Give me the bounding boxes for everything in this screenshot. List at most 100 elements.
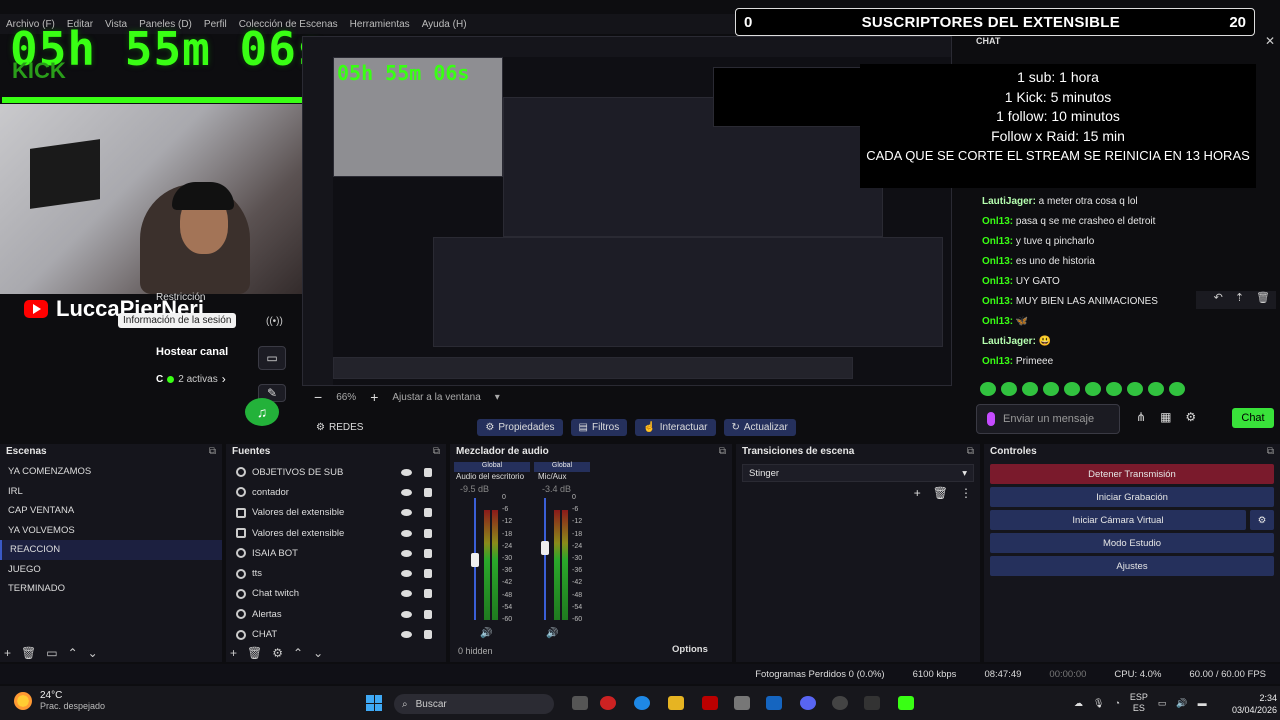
trash-icon[interactable]: 🗑	[21, 646, 36, 660]
source-item[interactable]: contador	[226, 482, 446, 502]
store-icon[interactable]: ▦	[1160, 410, 1171, 424]
refresh-button[interactable]: ↻ Actualizar	[723, 418, 796, 436]
menu-herramientas[interactable]: Herramientas	[350, 19, 410, 30]
taskbar-search[interactable]: ⌕ Buscar	[394, 694, 554, 714]
broadcast-icon[interactable]: ((•))	[266, 316, 283, 327]
move-up-icon[interactable]: ⌃	[293, 646, 303, 660]
add-icon[interactable]: +	[4, 646, 11, 660]
filter-icon[interactable]: ▭	[46, 646, 57, 660]
source-item[interactable]: tts	[226, 563, 446, 583]
emote-icon[interactable]	[1106, 382, 1122, 396]
source-item[interactable]: Valores del extensible	[226, 523, 446, 543]
close-icon[interactable]: ✕	[1265, 34, 1275, 48]
pin-icon[interactable]: ⇡	[1235, 291, 1244, 309]
wifi-icon[interactable]: ◔	[1114, 698, 1119, 708]
emote-icon[interactable]	[1148, 382, 1164, 396]
store-icon[interactable]	[734, 696, 750, 710]
emote-icon[interactable]	[1127, 382, 1143, 396]
undock-icon[interactable]: ⧉	[719, 446, 726, 458]
gear-icon[interactable]: ⚙	[1185, 410, 1196, 424]
mail-icon[interactable]	[766, 696, 782, 710]
fader-knob[interactable]	[541, 540, 549, 555]
channel-name[interactable]: Audio del escritorio	[456, 472, 524, 481]
mixer-options[interactable]: Options	[672, 644, 708, 655]
folder-icon[interactable]	[668, 696, 684, 710]
taskbar-clock[interactable]: 2:34 03/04/2026	[1232, 692, 1277, 716]
emote-icon[interactable]	[1001, 382, 1017, 396]
scene-item[interactable]: TERMINADO	[0, 579, 222, 599]
add-icon[interactable]: +	[230, 646, 237, 660]
emote-icon[interactable]	[1043, 382, 1059, 396]
gear-icon[interactable]: ⚙	[272, 646, 283, 660]
emote-icon[interactable]	[1085, 382, 1101, 396]
host-channel-label[interactable]: Hostear canal	[156, 346, 228, 358]
move-down-icon[interactable]: ⌄	[313, 646, 323, 660]
undock-icon[interactable]: ⧉	[967, 446, 974, 458]
active-sessions[interactable]: C 2 activas ›	[156, 372, 226, 386]
chevron-down-icon[interactable]: ▾	[495, 392, 500, 403]
studio-mode-button[interactable]: Modo Estudio	[990, 533, 1274, 553]
start-virtual-camera-button[interactable]: Iniciar Cámara Virtual	[990, 510, 1246, 530]
host-channel-button[interactable]: ▭	[258, 346, 286, 370]
source-item[interactable]: OBJETIVOS DE SUB	[226, 462, 446, 482]
fit-window-select[interactable]: Ajustar a la ventana	[392, 392, 480, 403]
transition-select[interactable]: Stinger ▾	[742, 464, 974, 482]
kick-icon[interactable]	[898, 696, 914, 710]
windows-start-icon[interactable]	[366, 695, 382, 711]
move-down-icon[interactable]: ⌄	[88, 646, 98, 660]
lang-code[interactable]: ESP	[1130, 692, 1148, 703]
network-icon[interactable]: ▭	[1158, 698, 1167, 709]
trash-icon[interactable]: 🗑	[247, 646, 262, 660]
start-recording-button[interactable]: Iniciar Grabación	[990, 487, 1274, 507]
interact-button[interactable]: ☝ Interactuar	[635, 418, 716, 436]
terminal-icon[interactable]	[864, 696, 880, 710]
cloud-icon[interactable]: ☁	[1074, 698, 1083, 709]
zoom-in-button[interactable]: +	[370, 389, 378, 405]
scene-item-selected[interactable]: REACCION	[0, 540, 222, 560]
scene-item[interactable]: YA VOLVEMOS	[0, 521, 222, 541]
scene-item[interactable]: IRL	[0, 482, 222, 502]
settings-button[interactable]: Ajustes	[990, 556, 1274, 576]
scene-item[interactable]: YA COMENZAMOS	[0, 462, 222, 482]
more-icon[interactable]: ⋮	[960, 486, 972, 500]
zoom-out-button[interactable]: −	[314, 389, 322, 405]
source-item[interactable]: Alertas	[226, 604, 446, 624]
properties-button[interactable]: ⚙ Propiedades	[477, 418, 563, 436]
source-item[interactable]: Chat twitch	[226, 584, 446, 604]
emote-icon[interactable]	[980, 382, 996, 396]
reply-icon[interactable]: ↶	[1214, 291, 1223, 309]
scene-item[interactable]: JUEGO	[0, 560, 222, 580]
edge-icon[interactable]	[634, 696, 650, 710]
move-up-icon[interactable]: ⌃	[68, 646, 78, 660]
headset-icon[interactable]: ♫	[245, 398, 279, 426]
undock-icon[interactable]: ⧉	[433, 446, 440, 458]
mic-icon[interactable]: 🎙	[1093, 698, 1104, 709]
obs-preview[interactable]: 05h 55m 06s	[302, 36, 952, 386]
channel-name[interactable]: Mic/Aux	[538, 472, 566, 481]
share-icon[interactable]: ⋔	[1136, 410, 1146, 424]
chat-send-button[interactable]: Chat	[1232, 408, 1274, 428]
task-view-icon[interactable]	[572, 696, 588, 710]
undock-icon[interactable]: ⧉	[1267, 446, 1274, 458]
source-item[interactable]: ISAIA BOT	[226, 543, 446, 563]
netflix-icon[interactable]	[702, 696, 718, 710]
speaker-icon[interactable]: 🔊	[546, 628, 558, 639]
volume-icon[interactable]: 🔊	[1176, 698, 1187, 709]
volume-fader[interactable]	[544, 498, 546, 620]
add-icon[interactable]: +	[914, 486, 921, 500]
filters-button[interactable]: ▤ Filtros	[570, 418, 628, 436]
emote-icon[interactable]	[1064, 382, 1080, 396]
gear-icon[interactable]: ⚙	[1250, 510, 1274, 530]
trash-icon[interactable]: 🗑	[933, 486, 948, 500]
chat-input[interactable]: Enviar un mensaje	[976, 404, 1120, 434]
source-item[interactable]: Valores del extensible	[226, 503, 446, 523]
fader-knob[interactable]	[471, 552, 479, 567]
stop-stream-button[interactable]: Detener Transmisión	[990, 464, 1274, 484]
undock-icon[interactable]: ⧉	[209, 446, 216, 458]
opera-icon[interactable]	[600, 696, 616, 710]
weather-widget[interactable]: 24°C Prac. despejado	[14, 690, 105, 711]
source-item[interactable]: CHAT	[226, 624, 446, 644]
speaker-icon[interactable]: 🔊	[480, 628, 492, 639]
battery-icon[interactable]: ▬	[1198, 698, 1207, 708]
discord-icon[interactable]	[800, 696, 816, 710]
